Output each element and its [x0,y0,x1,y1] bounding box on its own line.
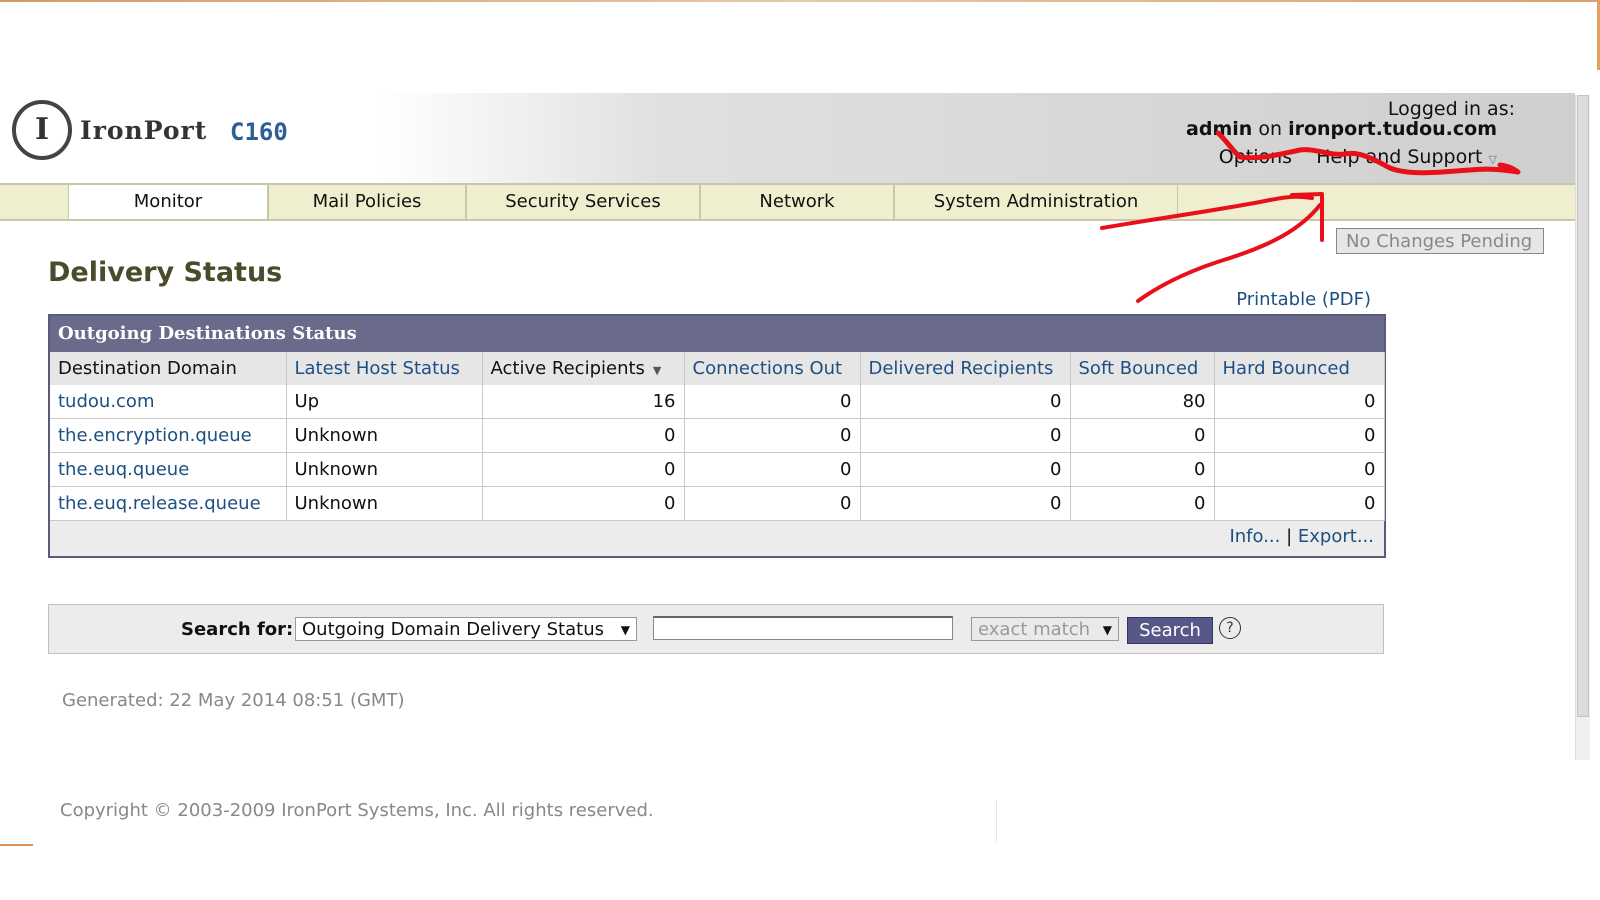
search-label: Search for: [181,619,294,640]
footer-divider [996,800,997,842]
destinations-panel: Outgoing Destinations Status Destination… [48,314,1386,558]
hard-bounced-cell: 0 [1214,486,1385,521]
sort-desc-icon: ▼ [652,364,662,377]
soft-bounced-cell: 0 [1070,452,1215,487]
copyright-text: Copyright © 2003-2009 IronPort Systems, … [60,800,654,821]
tab-security-services[interactable]: Security Services [466,185,700,219]
tab-monitor[interactable]: Monitor [68,185,268,219]
col-soft-bounced[interactable]: Soft Bounced [1070,352,1215,385]
printable-pdf-link[interactable]: Printable (PDF) [1236,289,1371,310]
col-active-recipients-label: Active Recipients [490,358,645,379]
host-status-cell: Unknown [286,452,483,487]
connections-out-cell: 0 [684,486,861,521]
connections-out-cell: 0 [684,418,861,453]
hard-bounced-cell: 0 [1214,452,1385,487]
ironport-logo-icon: I [12,100,72,160]
domain-link[interactable]: the.euq.release.queue [50,486,287,521]
user-menus: Options Help and Support ▽ [1219,146,1497,168]
header-bar: I IronPort C160 Logged in as: admin on i… [0,93,1575,183]
help-menu[interactable]: Help and Support [1316,146,1482,168]
tab-mail-policies[interactable]: Mail Policies [268,185,466,219]
connections-out-cell: 0 [684,385,861,419]
search-scope-select[interactable]: Outgoing Domain Delivery Status ▼ [295,617,637,641]
pending-changes-button[interactable]: No Changes Pending [1336,228,1544,254]
col-active-recipients[interactable]: Active Recipients ▼ [482,352,685,385]
login-user-info: admin on ironport.tudou.com [1186,118,1497,140]
options-menu[interactable]: Options [1219,146,1292,168]
delivered-recipients-cell: 0 [860,418,1071,453]
app-window: I IronPort C160 Logged in as: admin on i… [0,93,1575,760]
active-recipients-cell: 0 [482,452,685,487]
on-word: on [1258,118,1283,140]
hostname: ironport.tudou.com [1288,118,1497,140]
match-type-value: exact match [978,619,1091,640]
host-status-cell: Unknown [286,486,483,521]
delivered-recipients-cell: 0 [860,385,1071,419]
dropdown-arrow-icon: ▼ [620,623,630,637]
table-row: tudou.com Up 16 0 0 80 0 [50,385,1385,419]
active-recipients-cell: 0 [482,486,685,521]
search-scope-value: Outgoing Domain Delivery Status [302,619,604,640]
delivered-recipients-cell: 0 [860,452,1071,487]
model-name: C160 [230,118,288,146]
top-accent-line [0,0,1600,2]
search-input[interactable] [653,616,953,640]
tab-network[interactable]: Network [700,185,894,219]
domain-link[interactable]: the.euq.queue [50,452,287,487]
info-link[interactable]: Info... [1229,526,1280,547]
question-circle-icon[interactable]: ? [1219,617,1241,639]
table-row: the.encryption.queue Unknown 0 0 0 0 0 [50,418,1385,453]
search-button[interactable]: Search [1127,617,1213,644]
connections-out-cell: 0 [684,452,861,487]
panel-title: Outgoing Destinations Status [50,316,1384,352]
export-link[interactable]: Export... [1298,526,1374,547]
active-recipients-cell: 16 [482,385,685,419]
chevron-down-icon: ▽ [1488,153,1497,166]
login-label: Logged in as: [1387,98,1515,120]
bottom-accent-line [0,844,33,846]
col-destination-domain: Destination Domain [50,352,287,385]
table-row: the.euq.release.queue Unknown 0 0 0 0 0 [50,486,1385,521]
generated-timestamp: Generated: 22 May 2014 08:51 (GMT) [62,690,405,711]
table-row: the.euq.queue Unknown 0 0 0 0 0 [50,452,1385,487]
table-header-row: Destination Domain Latest Host Status Ac… [50,352,1385,385]
match-type-select[interactable]: exact match ▼ [971,617,1119,641]
col-hard-bounced[interactable]: Hard Bounced [1214,352,1385,385]
page-title: Delivery Status [48,257,283,288]
host-status-cell: Up [286,385,483,419]
footer-separator: | [1286,526,1293,547]
soft-bounced-cell: 0 [1070,418,1215,453]
col-latest-host-status[interactable]: Latest Host Status [286,352,483,385]
delivered-recipients-cell: 0 [860,486,1071,521]
col-delivered-recipients[interactable]: Delivered Recipients [860,352,1071,385]
tab-system-administration[interactable]: System Administration [894,185,1178,219]
domain-link[interactable]: tudou.com [50,385,287,419]
search-panel: Search for: Outgoing Domain Delivery Sta… [48,604,1384,654]
domain-link[interactable]: the.encryption.queue [50,418,287,453]
main-nav: Monitor Mail Policies Security Services … [0,183,1575,221]
panel-footer: Info... | Export... [50,521,1384,547]
active-recipients-cell: 0 [482,418,685,453]
destinations-table: Destination Domain Latest Host Status Ac… [50,352,1385,521]
soft-bounced-cell: 0 [1070,486,1215,521]
scrollbar-thumb[interactable] [1577,95,1589,717]
brand-name: IronPort [80,116,208,145]
hard-bounced-cell: 0 [1214,385,1385,419]
dropdown-arrow-icon: ▼ [1102,623,1112,637]
col-connections-out[interactable]: Connections Out [684,352,861,385]
host-status-cell: Unknown [286,418,483,453]
hard-bounced-cell: 0 [1214,418,1385,453]
username: admin [1186,118,1253,140]
soft-bounced-cell: 80 [1070,385,1215,419]
